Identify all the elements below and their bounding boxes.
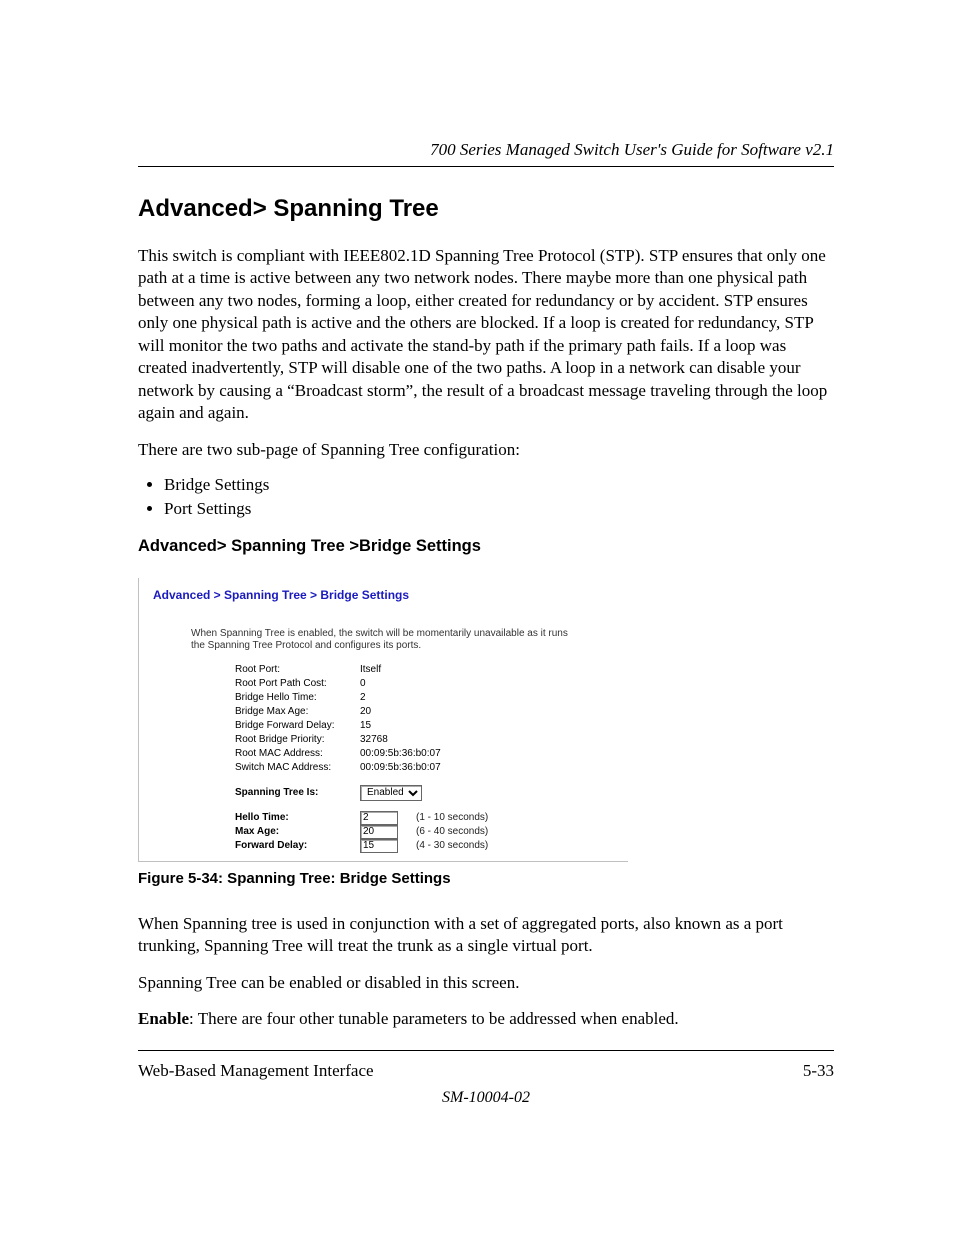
page-footer: Web-Based Management Interface 5-33 SM-1… bbox=[138, 1042, 834, 1107]
after-figure-para-2: Spanning Tree can be enabled or disabled… bbox=[138, 972, 834, 994]
after-figure-para-1: When Spanning tree is used in conjunctio… bbox=[138, 913, 834, 958]
section-paragraph-1: This switch is compliant with IEEE802.1D… bbox=[138, 245, 834, 425]
input-hint: (4 - 30 seconds) bbox=[416, 840, 488, 851]
kv-label: Switch MAC Address: bbox=[235, 762, 360, 773]
kv-value: Itself bbox=[360, 664, 381, 675]
kv-label: Hello Time: bbox=[235, 812, 360, 823]
after-figure-para-3: Enable: There are four other tunable par… bbox=[138, 1008, 834, 1030]
kv-label: Root Port: bbox=[235, 664, 360, 675]
kv-value: 2 bbox=[360, 692, 366, 703]
kv-label: Spanning Tree Is: bbox=[235, 787, 360, 798]
enable-rest: : There are four other tunable parameter… bbox=[189, 1009, 679, 1028]
kv-value: 00:09:5b:36:b0:07 bbox=[360, 748, 441, 759]
max-age-input[interactable] bbox=[360, 825, 398, 839]
kv-value: 0 bbox=[360, 678, 366, 689]
list-item: Bridge Settings bbox=[164, 475, 834, 495]
kv-label: Forward Delay: bbox=[235, 840, 360, 851]
kv-label: Bridge Forward Delay: bbox=[235, 720, 360, 731]
input-hint: (1 - 10 seconds) bbox=[416, 812, 488, 823]
hello-time-input[interactable] bbox=[360, 811, 398, 825]
kv-label: Bridge Max Age: bbox=[235, 706, 360, 717]
breadcrumb: Advanced > Spanning Tree > Bridge Settin… bbox=[153, 588, 622, 602]
figure-bridge-settings: Advanced > Spanning Tree > Bridge Settin… bbox=[138, 578, 628, 862]
running-head: 700 Series Managed Switch User's Guide f… bbox=[138, 140, 834, 160]
figure-caption: Figure 5-34: Spanning Tree: Bridge Setti… bbox=[138, 870, 834, 887]
kv-label: Max Age: bbox=[235, 826, 360, 837]
subsection-title: Advanced> Spanning Tree >Bridge Settings bbox=[138, 537, 834, 556]
subpage-list: Bridge Settings Port Settings bbox=[138, 475, 834, 519]
footer-page-number: 5-33 bbox=[803, 1061, 834, 1081]
footer-left: Web-Based Management Interface bbox=[138, 1061, 374, 1081]
kv-label: Root MAC Address: bbox=[235, 748, 360, 759]
static-settings-block: Root Port:Itself Root Port Path Cost:0 B… bbox=[235, 663, 622, 853]
list-item: Port Settings bbox=[164, 499, 834, 519]
figure-note: When Spanning Tree is enabled, the switc… bbox=[191, 628, 571, 653]
forward-delay-input[interactable] bbox=[360, 839, 398, 853]
kv-value: 32768 bbox=[360, 734, 388, 745]
kv-label: Root Port Path Cost: bbox=[235, 678, 360, 689]
bottom-rule bbox=[138, 1050, 834, 1051]
kv-value: 15 bbox=[360, 720, 371, 731]
spanning-tree-select[interactable]: Enabled bbox=[360, 785, 422, 801]
section-paragraph-2: There are two sub-page of Spanning Tree … bbox=[138, 439, 834, 461]
enable-lead: Enable bbox=[138, 1009, 189, 1028]
footer-doc-id: SM-10004-02 bbox=[138, 1089, 834, 1107]
input-hint: (6 - 40 seconds) bbox=[416, 826, 488, 837]
kv-label: Bridge Hello Time: bbox=[235, 692, 360, 703]
kv-value: 20 bbox=[360, 706, 371, 717]
kv-value: 00:09:5b:36:b0:07 bbox=[360, 762, 441, 773]
section-title: Advanced> Spanning Tree bbox=[138, 195, 834, 223]
top-rule bbox=[138, 166, 834, 167]
kv-label: Root Bridge Priority: bbox=[235, 734, 360, 745]
